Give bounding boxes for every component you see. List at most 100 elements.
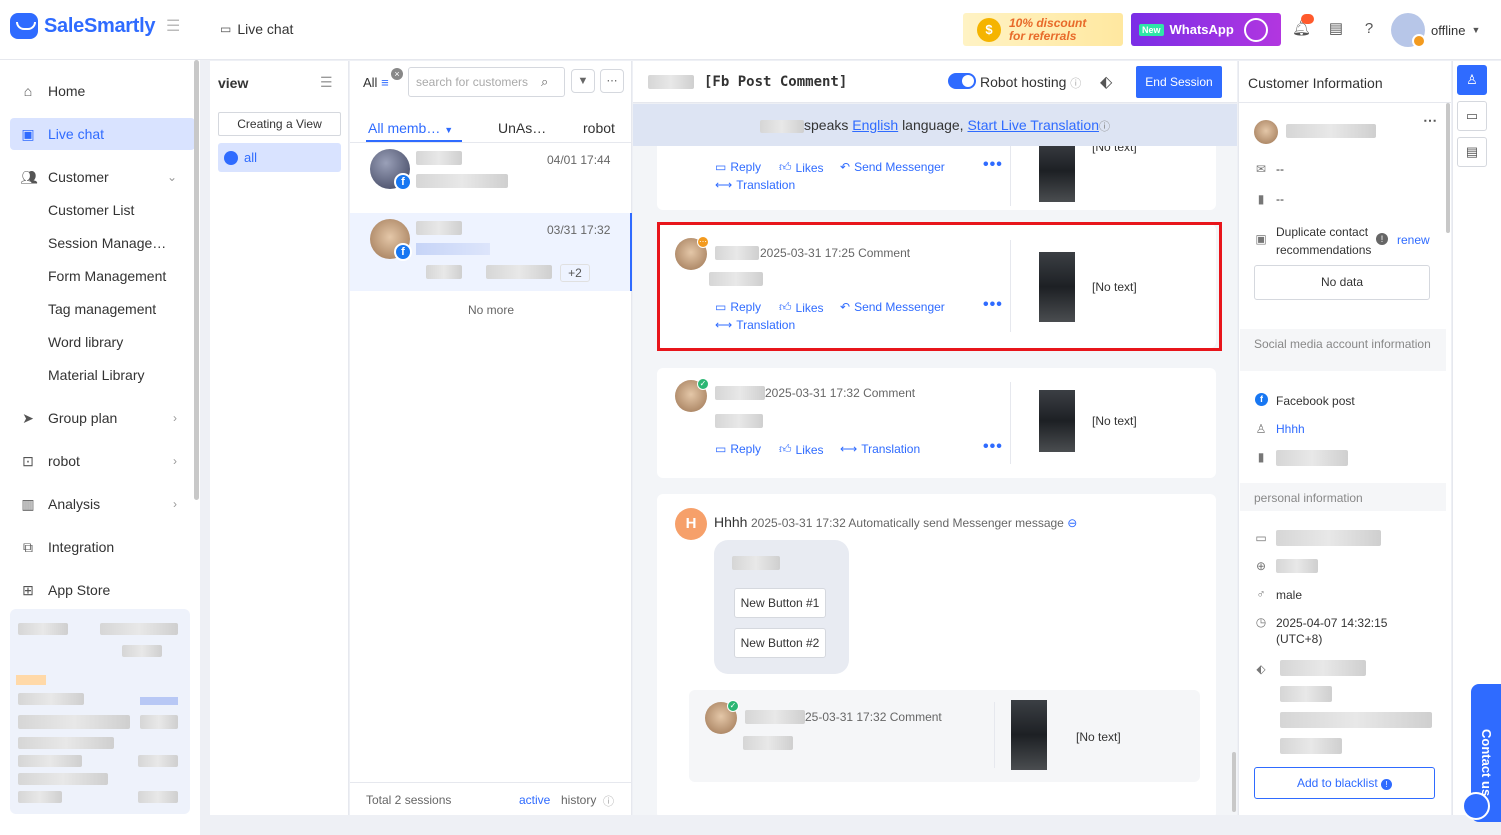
filter-button[interactable]: ▼ bbox=[571, 69, 595, 93]
sidebar-item-live-chat[interactable]: ▣ Live chat bbox=[10, 118, 195, 150]
chevron-right-icon: › bbox=[173, 411, 177, 425]
view-item-all[interactable]: all bbox=[218, 143, 341, 172]
post-thumbnail[interactable] bbox=[1039, 390, 1075, 452]
search-icon[interactable]: ⌕ bbox=[541, 74, 548, 90]
tab-robot[interactable]: robot bbox=[583, 120, 615, 136]
sidebar-subitem-customer-list[interactable]: Customer List bbox=[48, 202, 134, 218]
sidebar-item-integration[interactable]: ⧉ Integration bbox=[10, 531, 195, 563]
create-view-button[interactable]: Creating a View bbox=[218, 112, 341, 136]
info-icon: ! bbox=[1381, 779, 1393, 790]
sidebar-subitem-word-library[interactable]: Word library bbox=[48, 334, 123, 350]
comment-text-redacted bbox=[743, 736, 793, 750]
sender-name: Hhhh bbox=[714, 514, 748, 530]
clear-icon[interactable]: × bbox=[391, 68, 403, 80]
robot-hosting-toggle[interactable] bbox=[948, 73, 976, 89]
post-thumbnail[interactable] bbox=[1039, 146, 1075, 202]
menu-icon[interactable]: ☰ bbox=[320, 74, 333, 91]
customer-avatar bbox=[1254, 120, 1278, 144]
brand-logo[interactable]: SaleSmartly bbox=[10, 12, 156, 40]
reply-button[interactable]: ▭ Reply bbox=[715, 442, 761, 456]
customer-name-redacted bbox=[648, 75, 694, 89]
messenger-button-1[interactable]: New Button #1 bbox=[734, 588, 826, 618]
history-link[interactable]: history bbox=[561, 793, 596, 807]
clipboard-icon[interactable]: ▤ bbox=[1327, 20, 1345, 38]
messenger-button-2[interactable]: New Button #2 bbox=[734, 628, 826, 658]
more-icon[interactable]: ••• bbox=[983, 156, 1003, 174]
more-icon[interactable]: ⋯ bbox=[1423, 112, 1437, 129]
menu-collapse-icon[interactable]: ☰ bbox=[166, 16, 180, 36]
session-item[interactable]: f +2 03/31 17:32 bbox=[350, 213, 632, 291]
sidebar-item-analysis[interactable]: ▥ Analysis › bbox=[10, 488, 195, 520]
more-tags-badge[interactable]: +2 bbox=[560, 264, 590, 282]
whatsapp-banner[interactable]: New WhatsApp bbox=[1131, 13, 1281, 46]
translate-icon: ⟷ bbox=[715, 178, 733, 192]
end-session-button[interactable]: End Session bbox=[1136, 66, 1222, 98]
tag-icon[interactable]: ⬖ bbox=[1100, 72, 1112, 92]
lang-word: language, bbox=[902, 117, 964, 133]
help-icon[interactable]: ⓘ bbox=[603, 793, 614, 809]
session-time: 03/31 17:32 bbox=[547, 223, 611, 237]
more-icon[interactable]: ••• bbox=[983, 438, 1003, 456]
promo-line-1: 10% discount bbox=[1009, 15, 1087, 30]
divider bbox=[1010, 146, 1011, 206]
active-link[interactable]: active bbox=[519, 793, 550, 807]
sidebar-subitem-material-library[interactable]: Material Library bbox=[48, 367, 144, 383]
whatsapp-icon bbox=[1243, 17, 1268, 42]
tab-unassigned[interactable]: UnAs… bbox=[498, 120, 546, 136]
last-message-redacted bbox=[416, 174, 508, 188]
likes-button[interactable]: 👍︎ Likes bbox=[779, 442, 824, 457]
session-item[interactable]: f 04/01 17:44 bbox=[350, 143, 632, 213]
reply-button[interactable]: ▭ Reply bbox=[715, 160, 761, 174]
info-scrollbar[interactable] bbox=[1446, 103, 1450, 233]
sidebar-item-customer[interactable]: 👥︎ Customer ⌄ bbox=[10, 161, 195, 193]
sidebar-item-group-plan[interactable]: ➤ Group plan › bbox=[10, 402, 195, 434]
likes-button[interactable]: 👍︎ Likes bbox=[779, 160, 824, 175]
tag-icon: ⬖ bbox=[1256, 662, 1266, 676]
comment-time: 25-03-31 17:32 bbox=[805, 710, 887, 724]
page-title: ▭ Live chat bbox=[220, 21, 293, 37]
start-translation-link[interactable]: Start Live Translation bbox=[967, 117, 1099, 133]
add-to-blacklist-button[interactable]: Add to blacklist ! bbox=[1254, 767, 1435, 799]
facebook-icon: f bbox=[394, 173, 412, 191]
sidebar-subitem-session-manage[interactable]: Session Manage… bbox=[48, 235, 166, 251]
tab-all-members[interactable]: All memb… ▼ bbox=[368, 120, 453, 136]
translation-button[interactable]: ⟷ Translation bbox=[715, 178, 795, 192]
sidebar-item-app-store[interactable]: ⊞ App Store bbox=[10, 574, 195, 606]
thumbs-up-icon: 👍︎ bbox=[779, 442, 792, 456]
user-status-menu[interactable]: offline ▼ bbox=[1391, 13, 1480, 48]
reply-icon: ▭ bbox=[715, 442, 727, 456]
post-thumbnail[interactable] bbox=[1011, 700, 1047, 770]
tag-redacted bbox=[1280, 738, 1342, 754]
all-filter[interactable]: All ≡ bbox=[363, 75, 389, 90]
referral-promo-banner[interactable]: $ 10% discount for referrals bbox=[963, 13, 1123, 46]
conversation-scrollbar[interactable] bbox=[1232, 752, 1236, 812]
page-title-text: Live chat bbox=[237, 21, 294, 37]
quick-reply-tab[interactable]: ▭ bbox=[1457, 101, 1487, 131]
chat-icon: ▣ bbox=[21, 125, 35, 142]
tag-redacted bbox=[486, 265, 552, 279]
sidebar-subitem-form-management[interactable]: Form Management bbox=[48, 268, 166, 284]
translation-button[interactable]: ⟷ Translation bbox=[840, 442, 920, 456]
quoted-comment: ✓ 25-03-31 17:32 Comment [No text] bbox=[689, 690, 1200, 782]
chat-widget-icon[interactable] bbox=[1462, 792, 1490, 820]
messenger-bubble: New Button #1 New Button #2 bbox=[714, 540, 849, 674]
sidebar-item-home[interactable]: ⌂ Home bbox=[10, 75, 195, 107]
facebook-icon: f bbox=[394, 243, 412, 261]
sidebar-subitem-tag-management[interactable]: Tag management bbox=[48, 301, 156, 317]
user-status: offline bbox=[1431, 22, 1466, 38]
send-messenger-button[interactable]: ↶ Send Messenger bbox=[840, 160, 945, 174]
tag-redacted bbox=[426, 265, 462, 279]
personal-section-header: personal information bbox=[1240, 483, 1446, 511]
help-icon: ⓘ bbox=[1098, 121, 1110, 133]
notes-tab[interactable]: ▤ bbox=[1457, 137, 1487, 167]
sidebar-scrollbar[interactable] bbox=[194, 60, 199, 500]
sidebar-item-robot[interactable]: ⊡ robot › bbox=[10, 445, 195, 477]
account-name-link[interactable]: Hhhh bbox=[1276, 422, 1305, 436]
translation-notice: speaks English language, Start Live Tran… bbox=[633, 117, 1237, 134]
view-panel bbox=[210, 61, 349, 815]
language-link[interactable]: English bbox=[852, 117, 898, 133]
renew-link[interactable]: renew bbox=[1397, 233, 1430, 247]
more-button[interactable]: ⋯ bbox=[600, 69, 624, 93]
help-icon[interactable]: ? bbox=[1360, 20, 1378, 38]
customer-info-tab[interactable]: ♙ bbox=[1457, 65, 1487, 95]
